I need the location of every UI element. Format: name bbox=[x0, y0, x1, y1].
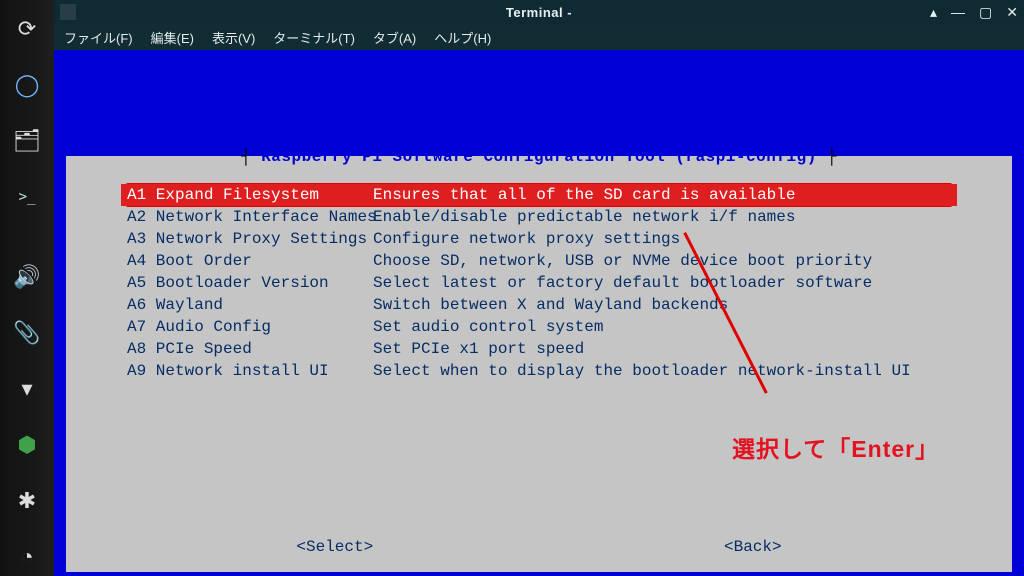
select-button[interactable]: <Select> bbox=[296, 538, 373, 556]
menu-item-label: A4 Boot Order bbox=[127, 250, 373, 272]
window-close-button[interactable]: ✕ bbox=[1006, 4, 1018, 21]
menu-item-description: Select when to display the bootloader ne… bbox=[373, 360, 911, 382]
menu-edit[interactable]: 編集(E) bbox=[151, 28, 194, 47]
attachment-icon[interactable]: 📎 bbox=[10, 314, 44, 352]
menu-item-label: A6 Wayland bbox=[127, 294, 373, 316]
window-titlebar[interactable]: Terminal - ▴ — ▢ ✕ bbox=[54, 0, 1024, 24]
menu-item-label: A5 Bootloader Version bbox=[127, 272, 373, 294]
menu-item-label: A2 Network Interface Names bbox=[127, 206, 373, 228]
terminal-icon[interactable]: >_ bbox=[10, 178, 44, 216]
menu-item-a5[interactable]: A5 Bootloader VersionSelect latest or fa… bbox=[121, 272, 957, 294]
clock-icon[interactable]: ◔ bbox=[10, 538, 44, 576]
menu-item-a3[interactable]: A3 Network Proxy SettingsConfigure netwo… bbox=[121, 228, 957, 250]
menu-item-label: A7 Audio Config bbox=[127, 316, 373, 338]
terminal-window: Terminal - ▴ — ▢ ✕ ファイル(F) 編集(E) 表示(V) タ… bbox=[54, 0, 1024, 576]
menu-item-description: Switch between X and Wayland backends bbox=[373, 294, 728, 316]
menu-item-label: A9 Network install UI bbox=[127, 360, 373, 382]
raspi-config-dialog: ┤ Raspberry Pi Software Configuration To… bbox=[66, 156, 1012, 572]
window-min-button[interactable]: — bbox=[951, 4, 965, 21]
refresh-icon[interactable]: ⟳ bbox=[10, 10, 44, 48]
menu-item-a9[interactable]: A9 Network install UISelect when to disp… bbox=[121, 360, 957, 382]
dialog-title: ┤ Raspberry Pi Software Configuration To… bbox=[121, 148, 957, 166]
menu-help[interactable]: ヘルプ(H) bbox=[434, 28, 491, 47]
menu-item-label: A8 PCIe Speed bbox=[127, 338, 373, 360]
menu-item-description: Set audio control system bbox=[373, 316, 603, 338]
menu-file[interactable]: ファイル(F) bbox=[64, 28, 133, 47]
menu-item-description: Configure network proxy settings bbox=[373, 228, 680, 250]
window-app-icon bbox=[60, 4, 76, 20]
menu-item-description: Ensures that all of the SD card is avail… bbox=[373, 184, 795, 206]
window-max-button[interactable]: ▢ bbox=[979, 4, 992, 21]
menu-item-a4[interactable]: A4 Boot OrderChoose SD, network, USB or … bbox=[121, 250, 957, 272]
volume-icon[interactable]: 🔊 bbox=[10, 258, 44, 296]
menu-terminal[interactable]: ターミナル(T) bbox=[273, 28, 355, 47]
menu-item-description: Choose SD, network, USB or NVMe device b… bbox=[373, 250, 872, 272]
menu-item-description: Set PCIe x1 port speed bbox=[373, 338, 584, 360]
menu-tab[interactable]: タブ(A) bbox=[373, 28, 416, 47]
launcher-bar: ⟳ ◯ 🗂 >_ 🔊 📎 ▾ ⬢ ✱ ◔ bbox=[0, 0, 54, 576]
advanced-options-list: A1 Expand FilesystemEnsures that all of … bbox=[121, 184, 957, 382]
menu-item-a1[interactable]: A1 Expand FilesystemEnsures that all of … bbox=[121, 184, 957, 206]
terminal-area: ┤ Raspberry Pi Software Configuration To… bbox=[54, 50, 1024, 576]
window-title: Terminal - bbox=[54, 5, 1024, 20]
menu-item-description: Enable/disable predictable network i/f n… bbox=[373, 206, 795, 228]
menu-view[interactable]: 表示(V) bbox=[212, 28, 255, 47]
bluetooth-icon[interactable]: ✱ bbox=[10, 482, 44, 520]
menubar: ファイル(F) 編集(E) 表示(V) ターミナル(T) タブ(A) ヘルプ(H… bbox=[54, 24, 1024, 50]
menu-item-a7[interactable]: A7 Audio ConfigSet audio control system bbox=[121, 316, 957, 338]
menu-item-a6[interactable]: A6 WaylandSwitch between X and Wayland b… bbox=[121, 294, 957, 316]
wifi-icon[interactable]: ▾ bbox=[10, 370, 44, 408]
browser-icon[interactable]: ◯ bbox=[10, 66, 44, 104]
menu-item-label: A1 Expand Filesystem bbox=[127, 184, 373, 206]
menu-item-a8[interactable]: A8 PCIe SpeedSet PCIe x1 port speed bbox=[121, 338, 957, 360]
back-button[interactable]: <Back> bbox=[724, 538, 782, 556]
menu-item-description: Select latest or factory default bootloa… bbox=[373, 272, 872, 294]
desktop: ⟳ ◯ 🗂 >_ 🔊 📎 ▾ ⬢ ✱ ◔ Terminal - ▴ — ▢ ✕ … bbox=[0, 0, 1024, 576]
cube-icon[interactable]: ⬢ bbox=[10, 426, 44, 464]
menu-item-a2[interactable]: A2 Network Interface NamesEnable/disable… bbox=[121, 206, 957, 228]
window-pin-button[interactable]: ▴ bbox=[930, 4, 937, 21]
files-icon[interactable]: 🗂 bbox=[10, 122, 44, 160]
menu-item-label: A3 Network Proxy Settings bbox=[127, 228, 373, 250]
